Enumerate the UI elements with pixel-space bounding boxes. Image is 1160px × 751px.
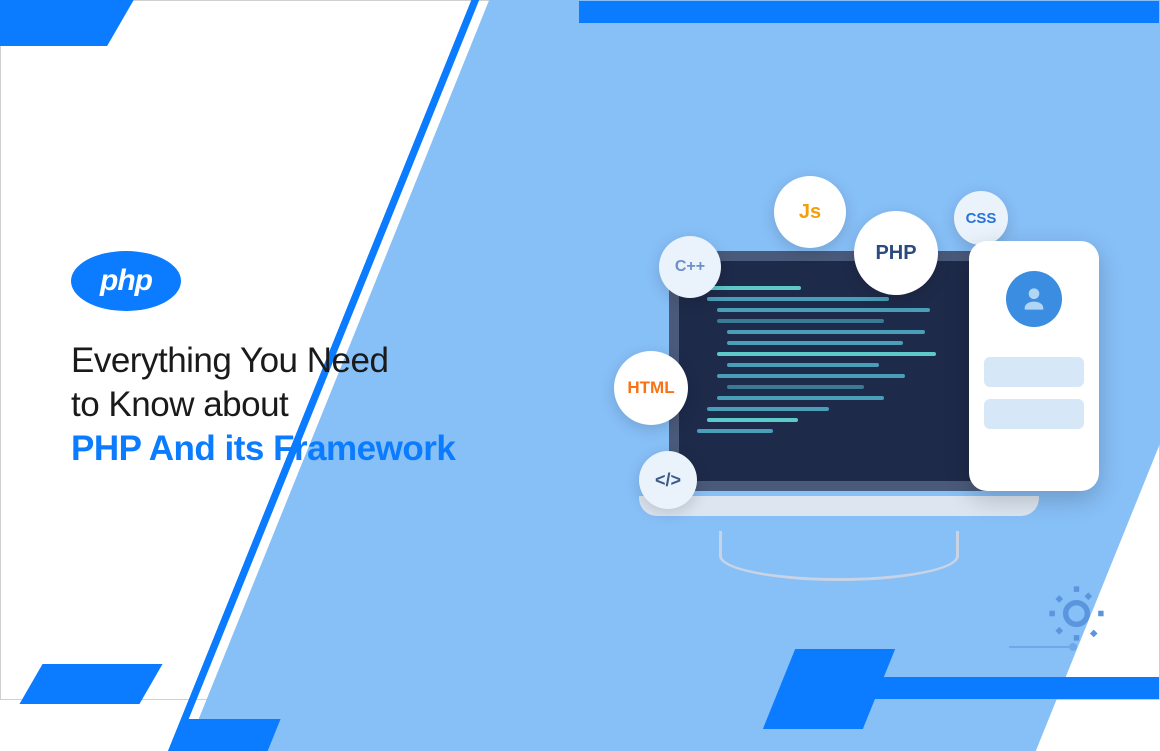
code-line — [727, 341, 903, 345]
php-logo-badge: php — [71, 251, 181, 311]
bubble-label: </> — [655, 470, 681, 491]
code-line — [707, 407, 829, 411]
headline-line-1: Everything You Need — [71, 339, 551, 383]
headline-line-2: to Know about — [71, 383, 551, 427]
gear-icon — [1044, 581, 1109, 646]
window-controls-icon — [687, 269, 991, 276]
code-line — [697, 429, 773, 433]
code-line — [727, 330, 925, 334]
accent-top-right — [579, 1, 1159, 23]
laptop-screen — [669, 251, 1009, 491]
headline-text: Everything You Need to Know about PHP An… — [71, 339, 551, 470]
code-line — [717, 374, 905, 378]
illustration-area: Js C++ PHP CSS HTML </> — [619, 201, 1079, 581]
tech-bubble-code: </> — [639, 451, 697, 509]
accent-bottom-left — [19, 664, 162, 704]
headline-accent: PHP And its Framework — [71, 427, 551, 471]
code-line — [717, 308, 930, 312]
bubble-label: CSS — [966, 210, 997, 227]
laptop-stand-shadow — [719, 531, 959, 581]
circuit-decoration — [1009, 646, 1069, 648]
input-field-mock — [984, 357, 1084, 387]
tech-bubble-css: CSS — [954, 191, 1008, 245]
code-editor-mock — [679, 261, 999, 481]
accent-top-left — [0, 0, 136, 46]
banner-canvas: php Everything You Need to Know about PH… — [0, 0, 1160, 700]
code-line — [727, 385, 864, 389]
code-line — [707, 418, 798, 422]
code-line — [707, 297, 889, 301]
php-logo-text: php — [100, 264, 152, 298]
tech-bubble-html: HTML — [614, 351, 688, 425]
bubble-label: Js — [799, 201, 821, 224]
avatar-icon — [1006, 271, 1062, 327]
code-line — [717, 396, 884, 400]
input-field-mock — [984, 399, 1084, 429]
tech-bubble-js: Js — [774, 176, 846, 248]
code-line — [717, 352, 936, 356]
code-line — [717, 319, 884, 323]
phone-mockup — [969, 241, 1099, 491]
bubble-label: HTML — [627, 378, 674, 398]
laptop-base — [639, 496, 1039, 516]
headline-block: php Everything You Need to Know about PH… — [71, 251, 551, 470]
tech-bubble-php: PHP — [854, 211, 938, 295]
code-line — [727, 363, 879, 367]
bubble-label: C++ — [675, 258, 705, 276]
bubble-label: PHP — [875, 242, 916, 265]
tech-bubble-cpp: C++ — [659, 236, 721, 298]
